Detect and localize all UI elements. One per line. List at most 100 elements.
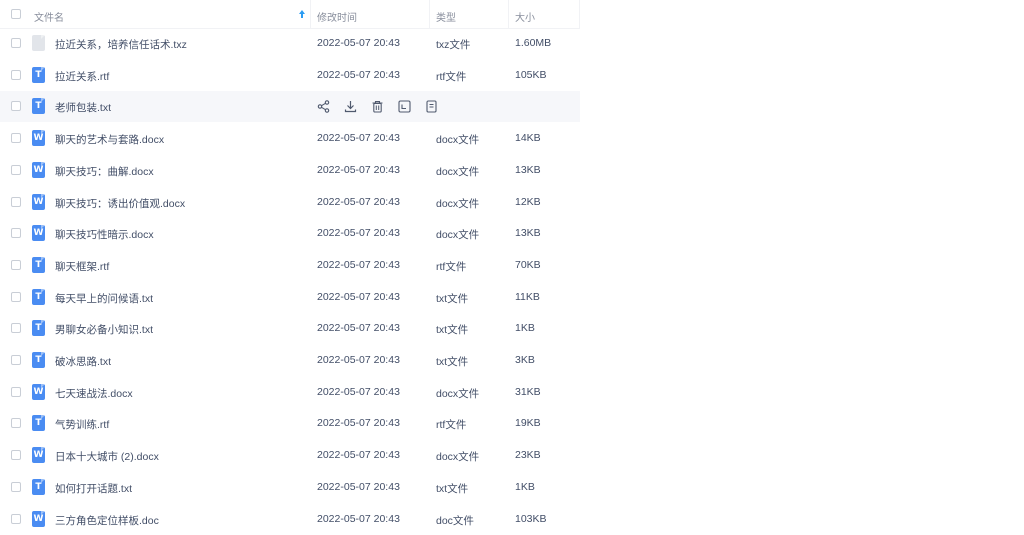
share-icon[interactable] xyxy=(316,99,331,114)
text-file-icon: T xyxy=(32,98,45,115)
column-divider[interactable] xyxy=(310,0,311,28)
column-header-modified-time[interactable]: 修改时间 xyxy=(317,9,357,24)
table-row[interactable]: W 三方角色定位样板.doc 2022-05-07 20:43 doc文件 103KB xyxy=(0,504,580,535)
file-name[interactable]: 老师包装.txt xyxy=(55,100,111,115)
row-checkbox[interactable] xyxy=(11,450,21,461)
row-checkbox[interactable] xyxy=(11,291,21,302)
column-divider[interactable] xyxy=(429,0,430,28)
file-name[interactable]: 聊天技巧性暗示.docx xyxy=(55,227,154,242)
file-size: 13KB xyxy=(515,227,541,240)
file-size: 23KB xyxy=(515,449,541,462)
row-checkbox[interactable] xyxy=(11,196,21,207)
table-row[interactable]: T 男聊女必备小知识.txt 2022-05-07 20:43 txt文件 1KB xyxy=(0,313,580,344)
file-name[interactable]: 三方角色定位样板.doc xyxy=(55,513,159,528)
file-modified-time: 2022-05-07 20:43 xyxy=(317,354,400,366)
table-row[interactable]: T 每天早上的问候语.txt 2022-05-07 20:43 txt文件 11KB xyxy=(0,282,580,313)
file-size: 1KB xyxy=(515,480,535,493)
word-doc-icon: W xyxy=(32,225,45,242)
table-row[interactable]: T 气势训练.rtf 2022-05-07 20:43 rtf文件 19KB xyxy=(0,408,580,439)
more-icon[interactable] xyxy=(424,99,439,114)
column-divider[interactable] xyxy=(508,0,509,28)
table-row[interactable]: W 七天速战法.docx 2022-05-07 20:43 docx文件 31KB xyxy=(0,377,580,408)
file-modified-time: 2022-05-07 20:43 xyxy=(317,417,400,430)
table-row[interactable]: W 聊天技巧：曲解.docx 2022-05-07 20:43 docx文件 13KB xyxy=(0,155,580,186)
word-doc-icon: W xyxy=(32,130,45,147)
file-name[interactable]: 聊天技巧：曲解.docx xyxy=(55,164,154,179)
file-type: doc文件 xyxy=(436,514,474,527)
row-checkbox[interactable] xyxy=(11,228,21,239)
download-icon[interactable] xyxy=(343,99,358,114)
table-row[interactable]: W 聊天的艺术与套路.docx 2022-05-07 20:43 docx文件 14KB xyxy=(0,123,580,154)
table-row[interactable]: W 日本十大城市 (2).docx 2022-05-07 20:43 docx文件 23… xyxy=(0,440,580,471)
text-file-icon: T xyxy=(32,66,45,83)
text-file-icon: T xyxy=(32,288,45,305)
word-doc-icon: W xyxy=(32,447,45,464)
column-header-name[interactable]: 文件名 xyxy=(34,9,64,24)
file-type: txt文件 xyxy=(436,356,469,368)
file-name[interactable]: 如何打开话题.txt xyxy=(55,481,132,496)
sort-ascending-icon[interactable] xyxy=(298,9,306,19)
table-row[interactable]: T 如何打开话题.txt 2022-05-07 20:43 txt文件 1KB xyxy=(0,472,580,503)
row-checkbox[interactable] xyxy=(11,101,21,112)
file-modified-time: 2022-05-07 20:43 xyxy=(317,68,400,81)
table-row[interactable]: T 聊天框架.rtf 2022-05-07 20:43 rtf文件 70KB xyxy=(0,250,580,281)
text-file-icon: T xyxy=(32,415,45,432)
move-icon[interactable] xyxy=(397,99,412,114)
file-size: 14KB xyxy=(515,132,541,145)
column-header-size[interactable]: 大小 xyxy=(515,9,535,24)
file-modified-time: 2022-05-07 20:43 xyxy=(317,512,400,525)
file-modified-time: 2022-05-07 20:43 xyxy=(317,385,400,398)
file-type: docx文件 xyxy=(436,197,480,210)
file-type: docx文件 xyxy=(436,229,480,242)
delete-icon[interactable] xyxy=(370,99,385,114)
word-doc-icon: W xyxy=(32,510,45,527)
table-row[interactable]: T 破冰思路.txt 2022-05-07 20:43 txt文件 3KB xyxy=(0,345,580,376)
file-modified-time: 2022-05-07 20:43 xyxy=(317,258,400,271)
file-name[interactable]: 日本十大城市 (2).docx xyxy=(55,449,159,464)
file-name[interactable]: 拉近关系.rtf xyxy=(55,69,109,84)
file-type: docx文件 xyxy=(436,451,480,464)
table-row[interactable]: W 聊天技巧性暗示.docx 2022-05-07 20:43 docx文件 13KB xyxy=(0,218,580,249)
file-modified-time: 2022-05-07 20:43 xyxy=(317,37,400,49)
table-row[interactable]: T 拉近关系.rtf 2022-05-07 20:43 rtf文件 105KB xyxy=(0,60,580,91)
row-checkbox[interactable] xyxy=(11,323,21,334)
file-modified-time: 2022-05-07 20:43 xyxy=(317,290,400,303)
word-doc-icon: W xyxy=(32,383,45,400)
file-size: 1.60MB xyxy=(515,37,552,49)
file-type: txt文件 xyxy=(436,292,469,305)
table-row[interactable]: 拉近关系，培养信任话术.txz 2022-05-07 20:43 txz文件 1.60… xyxy=(0,28,580,59)
file-modified-time: 2022-05-07 20:43 xyxy=(317,163,400,176)
row-actions xyxy=(316,99,439,114)
file-name[interactable]: 聊天的艺术与套路.docx xyxy=(55,132,164,147)
file-name[interactable]: 聊天框架.rtf xyxy=(55,259,109,274)
file-modified-time: 2022-05-07 20:43 xyxy=(317,449,400,462)
row-checkbox[interactable] xyxy=(11,38,21,48)
text-file-icon: T xyxy=(32,256,45,273)
file-name[interactable]: 气势训练.rtf xyxy=(55,417,109,432)
row-checkbox[interactable] xyxy=(11,481,21,492)
table-row[interactable]: W 聊天技巧：诱出价值观.docx 2022-05-07 20:43 docx文件 12… xyxy=(0,187,580,218)
row-checkbox[interactable] xyxy=(11,259,21,270)
row-checkbox[interactable] xyxy=(11,133,21,144)
file-type: rtf文件 xyxy=(436,419,467,432)
row-checkbox[interactable] xyxy=(11,418,21,429)
file-size: 1KB xyxy=(515,322,535,335)
file-size: 105KB xyxy=(515,68,547,81)
file-name[interactable]: 破冰思路.txt xyxy=(55,354,111,369)
file-type: txt文件 xyxy=(436,482,469,495)
file-name[interactable]: 男聊女必备小知识.txt xyxy=(55,322,153,337)
file-name[interactable]: 每天早上的问候语.txt xyxy=(55,291,153,306)
row-checkbox[interactable] xyxy=(11,69,21,80)
row-checkbox[interactable] xyxy=(11,355,21,365)
column-header-type[interactable]: 类型 xyxy=(436,9,456,24)
row-checkbox[interactable] xyxy=(11,513,21,524)
select-all-checkbox[interactable] xyxy=(11,9,21,19)
file-name[interactable]: 七天速战法.docx xyxy=(55,386,133,401)
file-name[interactable]: 拉近关系，培养信任话术.txz xyxy=(55,37,187,52)
table-row[interactable]: T 老师包装.txt xyxy=(0,91,580,123)
row-checkbox[interactable] xyxy=(11,164,21,175)
row-checkbox[interactable] xyxy=(11,386,21,397)
file-name[interactable]: 聊天技巧：诱出价值观.docx xyxy=(55,196,185,211)
file-type: txz文件 xyxy=(436,39,471,51)
file-type: docx文件 xyxy=(436,134,480,147)
